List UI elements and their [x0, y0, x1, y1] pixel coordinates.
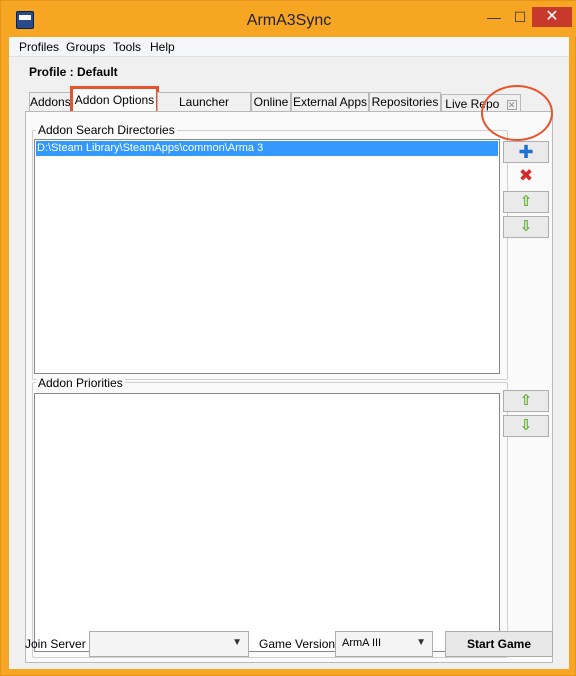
menu-groups[interactable]: Groups [66, 40, 105, 54]
maximize-button[interactable]: ☐ [507, 7, 533, 27]
move-priority-up-button[interactable]: ⇧ [503, 390, 549, 412]
game-version-dropdown[interactable]: ArmA III ▼ [335, 631, 433, 657]
add-directory-button[interactable]: ✚ [503, 141, 549, 163]
highlight-annotation [481, 85, 553, 141]
chevron-down-icon: ▼ [232, 637, 242, 648]
plus-icon: ✚ [518, 142, 534, 162]
menu-profiles[interactable]: Profiles [19, 40, 59, 54]
tab-repositories[interactable]: Repositories [369, 92, 441, 112]
tab-addons[interactable]: Addons [29, 92, 71, 112]
search-directories-list[interactable]: D:\Steam Library\SteamApps\common\Arma 3 [34, 139, 500, 374]
arrow-up-icon: ⇧ [519, 193, 533, 210]
tab-external-apps[interactable]: External Apps [291, 92, 369, 112]
game-version-value: ArmA III [342, 637, 382, 649]
tab-online[interactable]: Online [251, 92, 291, 112]
close-window-button[interactable]: ✕ [532, 7, 572, 27]
menu-help[interactable]: Help [150, 40, 175, 54]
game-version-label: Game Version [259, 637, 336, 651]
client-area: Profiles Groups Tools Help Profile : Def… [9, 37, 569, 669]
menu-bar: Profiles Groups Tools Help [9, 37, 569, 57]
priorities-list[interactable] [34, 393, 500, 652]
move-priority-down-button[interactable]: ⇩ [503, 415, 549, 437]
x-icon: ✖ [518, 166, 534, 185]
profile-label: Profile : Default [29, 65, 118, 79]
search-directories-title: Addon Search Directories [36, 123, 177, 137]
chevron-down-icon: ▼ [416, 637, 426, 648]
menu-tools[interactable]: Tools [113, 40, 141, 54]
arrow-up-icon: ⇧ [519, 392, 533, 409]
move-directory-down-button[interactable]: ⇩ [503, 216, 549, 238]
list-item[interactable]: D:\Steam Library\SteamApps\common\Arma 3 [36, 141, 498, 156]
minimize-button[interactable]: — [481, 7, 507, 27]
remove-directory-button[interactable]: ✖ [503, 166, 549, 188]
tab-addon-options[interactable]: Addon Options [70, 86, 159, 115]
title-bar[interactable]: ArmA3Sync — ☐ ✕ [1, 1, 576, 37]
start-game-button[interactable]: Start Game [445, 631, 553, 657]
priorities-title: Addon Priorities [36, 376, 125, 390]
join-server-label: Join Server [25, 637, 86, 651]
addon-options-panel: Addon Search Directories D:\Steam Librar… [25, 111, 553, 663]
tab-launcher-options[interactable]: Launcher Options [157, 92, 251, 127]
app-window: ArmA3Sync — ☐ ✕ Profiles Groups Tools He… [0, 0, 576, 676]
join-server-dropdown[interactable]: ▼ [89, 631, 249, 657]
move-directory-up-button[interactable]: ⇧ [503, 191, 549, 213]
arrow-down-icon: ⇩ [519, 417, 533, 434]
arrow-down-icon: ⇩ [519, 218, 533, 235]
